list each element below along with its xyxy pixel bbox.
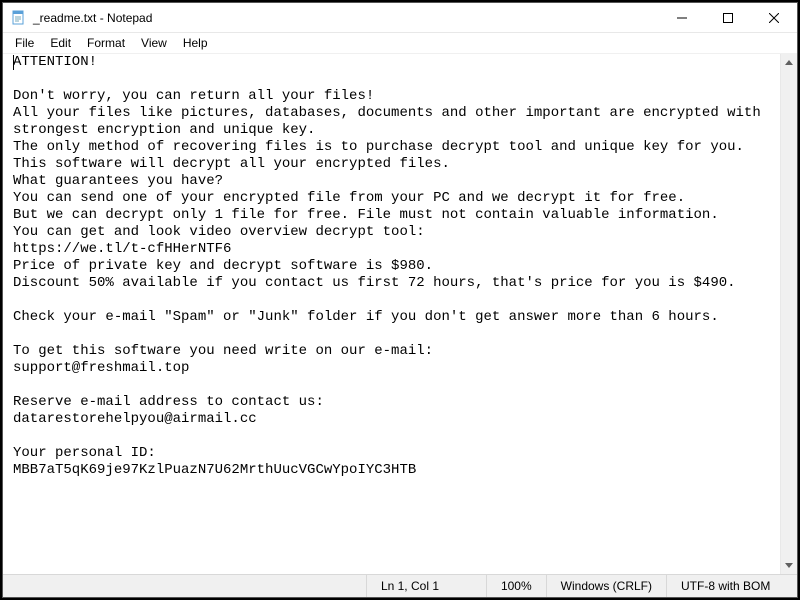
status-encoding: UTF-8 with BOM <box>667 575 797 597</box>
close-button[interactable] <box>751 3 797 32</box>
status-line-ending: Windows (CRLF) <box>547 575 667 597</box>
vertical-scrollbar[interactable] <box>780 54 797 574</box>
scroll-track[interactable] <box>781 71 797 557</box>
menu-view[interactable]: View <box>133 35 175 51</box>
status-spacer <box>3 575 367 597</box>
text-editor[interactable]: ATTENTION! Don't worry, you can return a… <box>3 54 780 574</box>
menubar: File Edit Format View Help <box>3 33 797 53</box>
menu-format[interactable]: Format <box>79 35 133 51</box>
statusbar: Ln 1, Col 1 100% Windows (CRLF) UTF-8 wi… <box>3 574 797 597</box>
menu-edit[interactable]: Edit <box>42 35 79 51</box>
document-text: ATTENTION! Don't worry, you can return a… <box>13 54 769 478</box>
notepad-icon <box>11 10 27 26</box>
status-zoom: 100% <box>487 575 547 597</box>
scroll-up-icon[interactable] <box>781 54 797 71</box>
editor-area: ATTENTION! Don't worry, you can return a… <box>3 53 797 574</box>
maximize-button[interactable] <box>705 3 751 32</box>
menu-help[interactable]: Help <box>175 35 216 51</box>
menu-file[interactable]: File <box>7 35 42 51</box>
notepad-window: _readme.txt - Notepad File Edit Format V… <box>2 2 798 598</box>
window-controls <box>659 3 797 32</box>
minimize-button[interactable] <box>659 3 705 32</box>
status-position: Ln 1, Col 1 <box>367 575 487 597</box>
window-title: _readme.txt - Notepad <box>33 11 659 25</box>
scroll-down-icon[interactable] <box>781 557 797 574</box>
titlebar: _readme.txt - Notepad <box>3 3 797 33</box>
